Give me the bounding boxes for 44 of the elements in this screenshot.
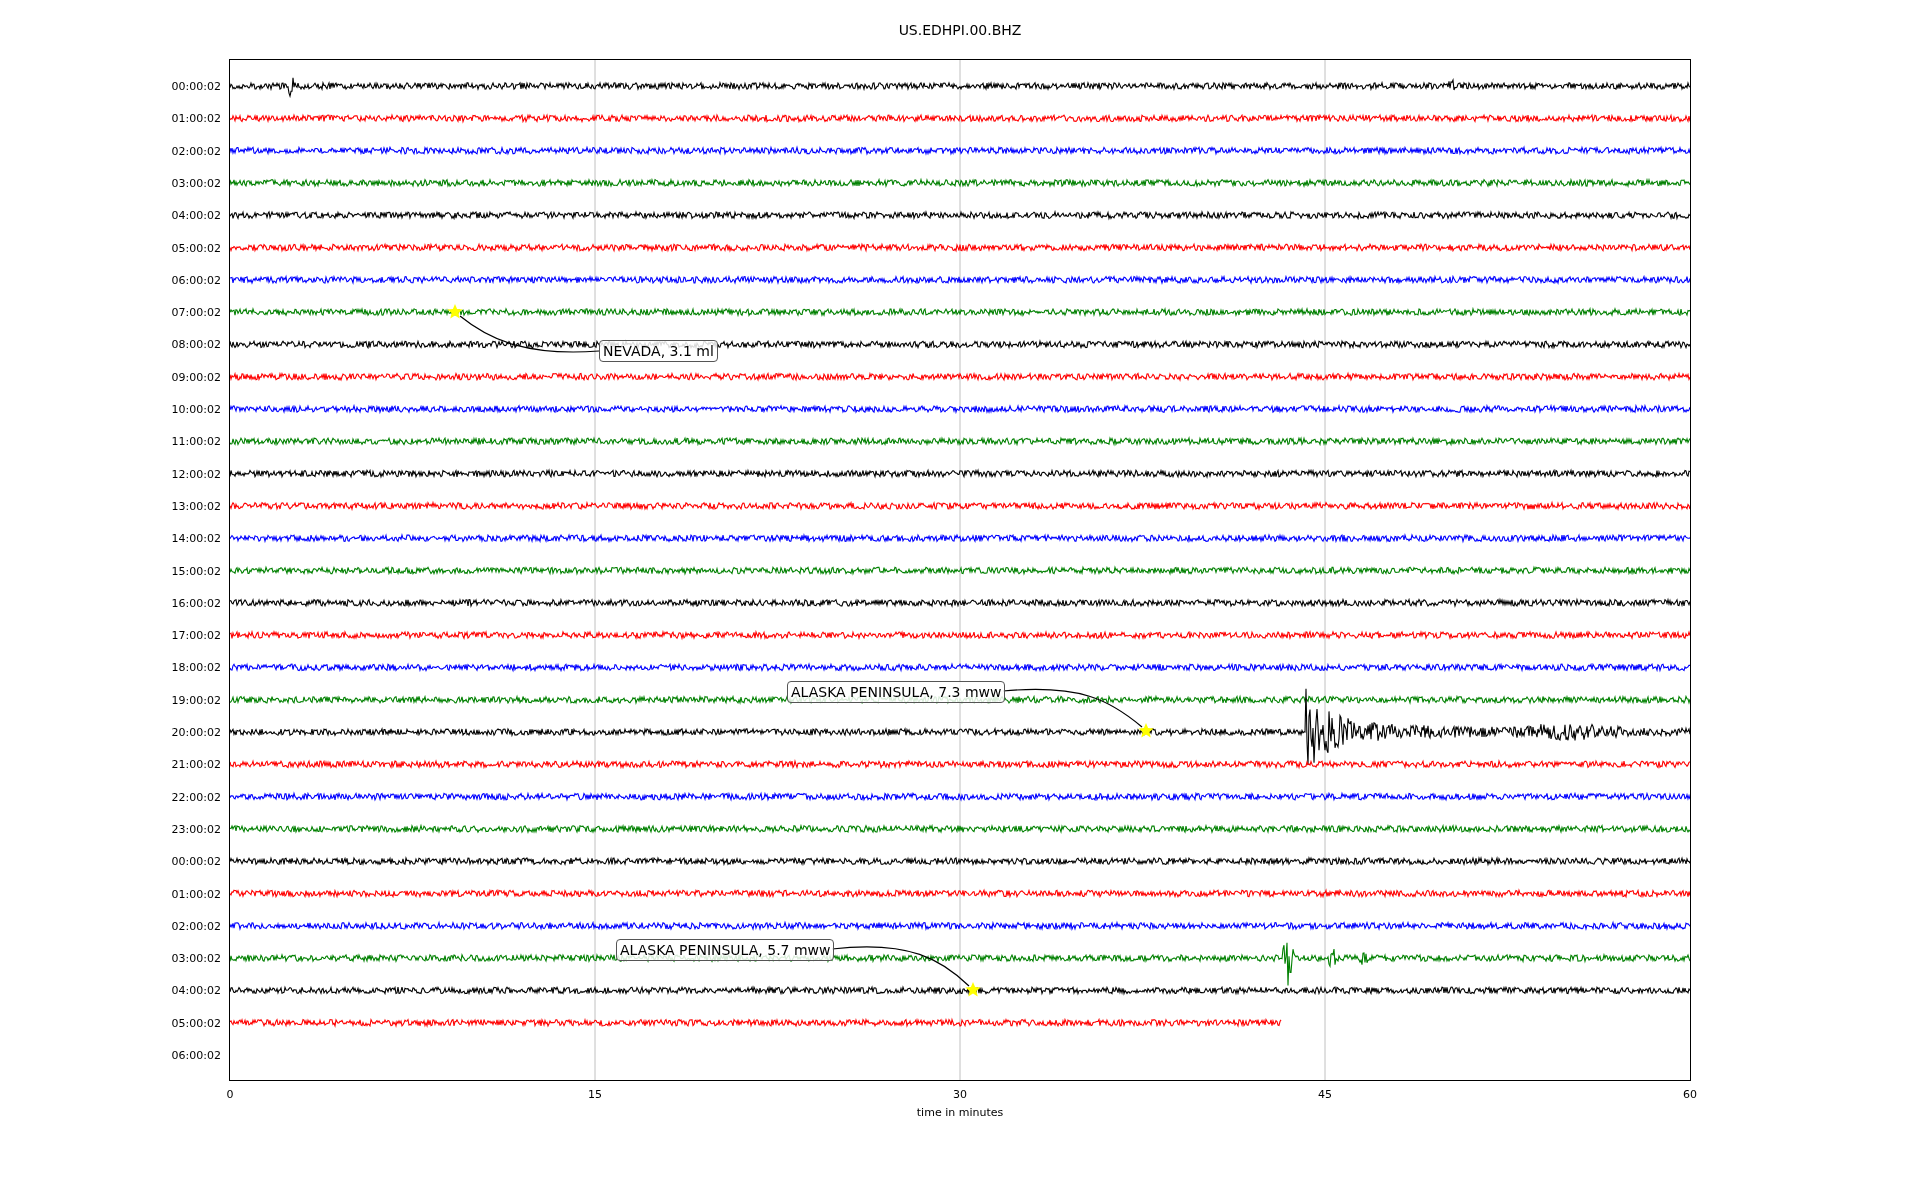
axis-tick-label: 04:00:02 bbox=[171, 984, 221, 998]
axis-tick-label: 60 bbox=[1683, 1088, 1697, 1101]
axis-tick-label: 20:00:02 bbox=[171, 726, 221, 739]
axis-tick-label: 08:00:02 bbox=[171, 338, 221, 352]
axis-tick-label: 45 bbox=[1318, 1088, 1332, 1101]
axis-tick-label: 03:00:02 bbox=[171, 952, 221, 966]
axis-tick-label: 05:00:02 bbox=[171, 241, 221, 255]
axis-tick-label: 02:00:02 bbox=[171, 919, 221, 933]
axis-tick-label: 21:00:02 bbox=[171, 758, 221, 772]
axis-tick-label: 18:00:02 bbox=[171, 661, 221, 675]
axis-label: time in minutes bbox=[916, 1106, 1004, 1119]
star-icon bbox=[965, 982, 981, 997]
axis-tick-label: 05:00:02 bbox=[171, 1016, 221, 1030]
star-icon bbox=[447, 304, 463, 319]
axis-tick-label: 01:00:02 bbox=[171, 887, 221, 901]
plot-title: US.EDHPI.00.BHZ bbox=[898, 22, 1022, 39]
axis-tick-label: 10:00:02 bbox=[171, 403, 221, 416]
axis-tick-label: 00:00:02 bbox=[171, 80, 221, 93]
axis-tick-label: 15:00:02 bbox=[171, 564, 221, 578]
axis-tick-label: 02:00:02 bbox=[171, 144, 221, 158]
axis-tick-label: 01:00:02 bbox=[171, 112, 221, 126]
axis-tick-label: 19:00:02 bbox=[171, 693, 221, 707]
axis-tick-label: 03:00:02 bbox=[171, 176, 221, 190]
axis-tick-label: 09:00:02 bbox=[171, 370, 221, 384]
axis-tick-label: 0 bbox=[226, 1088, 234, 1101]
axis-tick-label: 04:00:02 bbox=[171, 209, 221, 223]
axis-tick-label: 15 bbox=[588, 1088, 602, 1101]
axis-tick-label: 00:00:02 bbox=[171, 855, 221, 869]
axis-tick-label: 07:00:02 bbox=[171, 306, 221, 320]
axis-tick-label: 11:00:02 bbox=[171, 435, 221, 449]
axis-tick-label: 06:00:02 bbox=[171, 273, 221, 287]
star-icon bbox=[1138, 723, 1154, 738]
axis-tick-label: 17:00:02 bbox=[171, 629, 221, 643]
event-label: ALASKA PENINSULA, 7.3 mww bbox=[787, 681, 1006, 703]
event-label: NEVADA, 3.1 ml bbox=[599, 340, 718, 362]
axis-tick-label: 16:00:02 bbox=[171, 596, 221, 610]
event-label: ALASKA PENINSULA, 5.7 mww bbox=[616, 939, 835, 961]
axis-tick-label: 22:00:02 bbox=[171, 790, 221, 804]
axis-tick-label: 30 bbox=[953, 1088, 967, 1101]
axis-tick-label: 06:00:02 bbox=[171, 1049, 221, 1062]
axis-tick-label: 23:00:02 bbox=[171, 822, 221, 836]
axis-tick-label: 12:00:02 bbox=[171, 467, 221, 481]
axis-tick-label: 14:00:02 bbox=[171, 532, 221, 546]
axis-tick-label: 13:00:02 bbox=[171, 499, 221, 513]
